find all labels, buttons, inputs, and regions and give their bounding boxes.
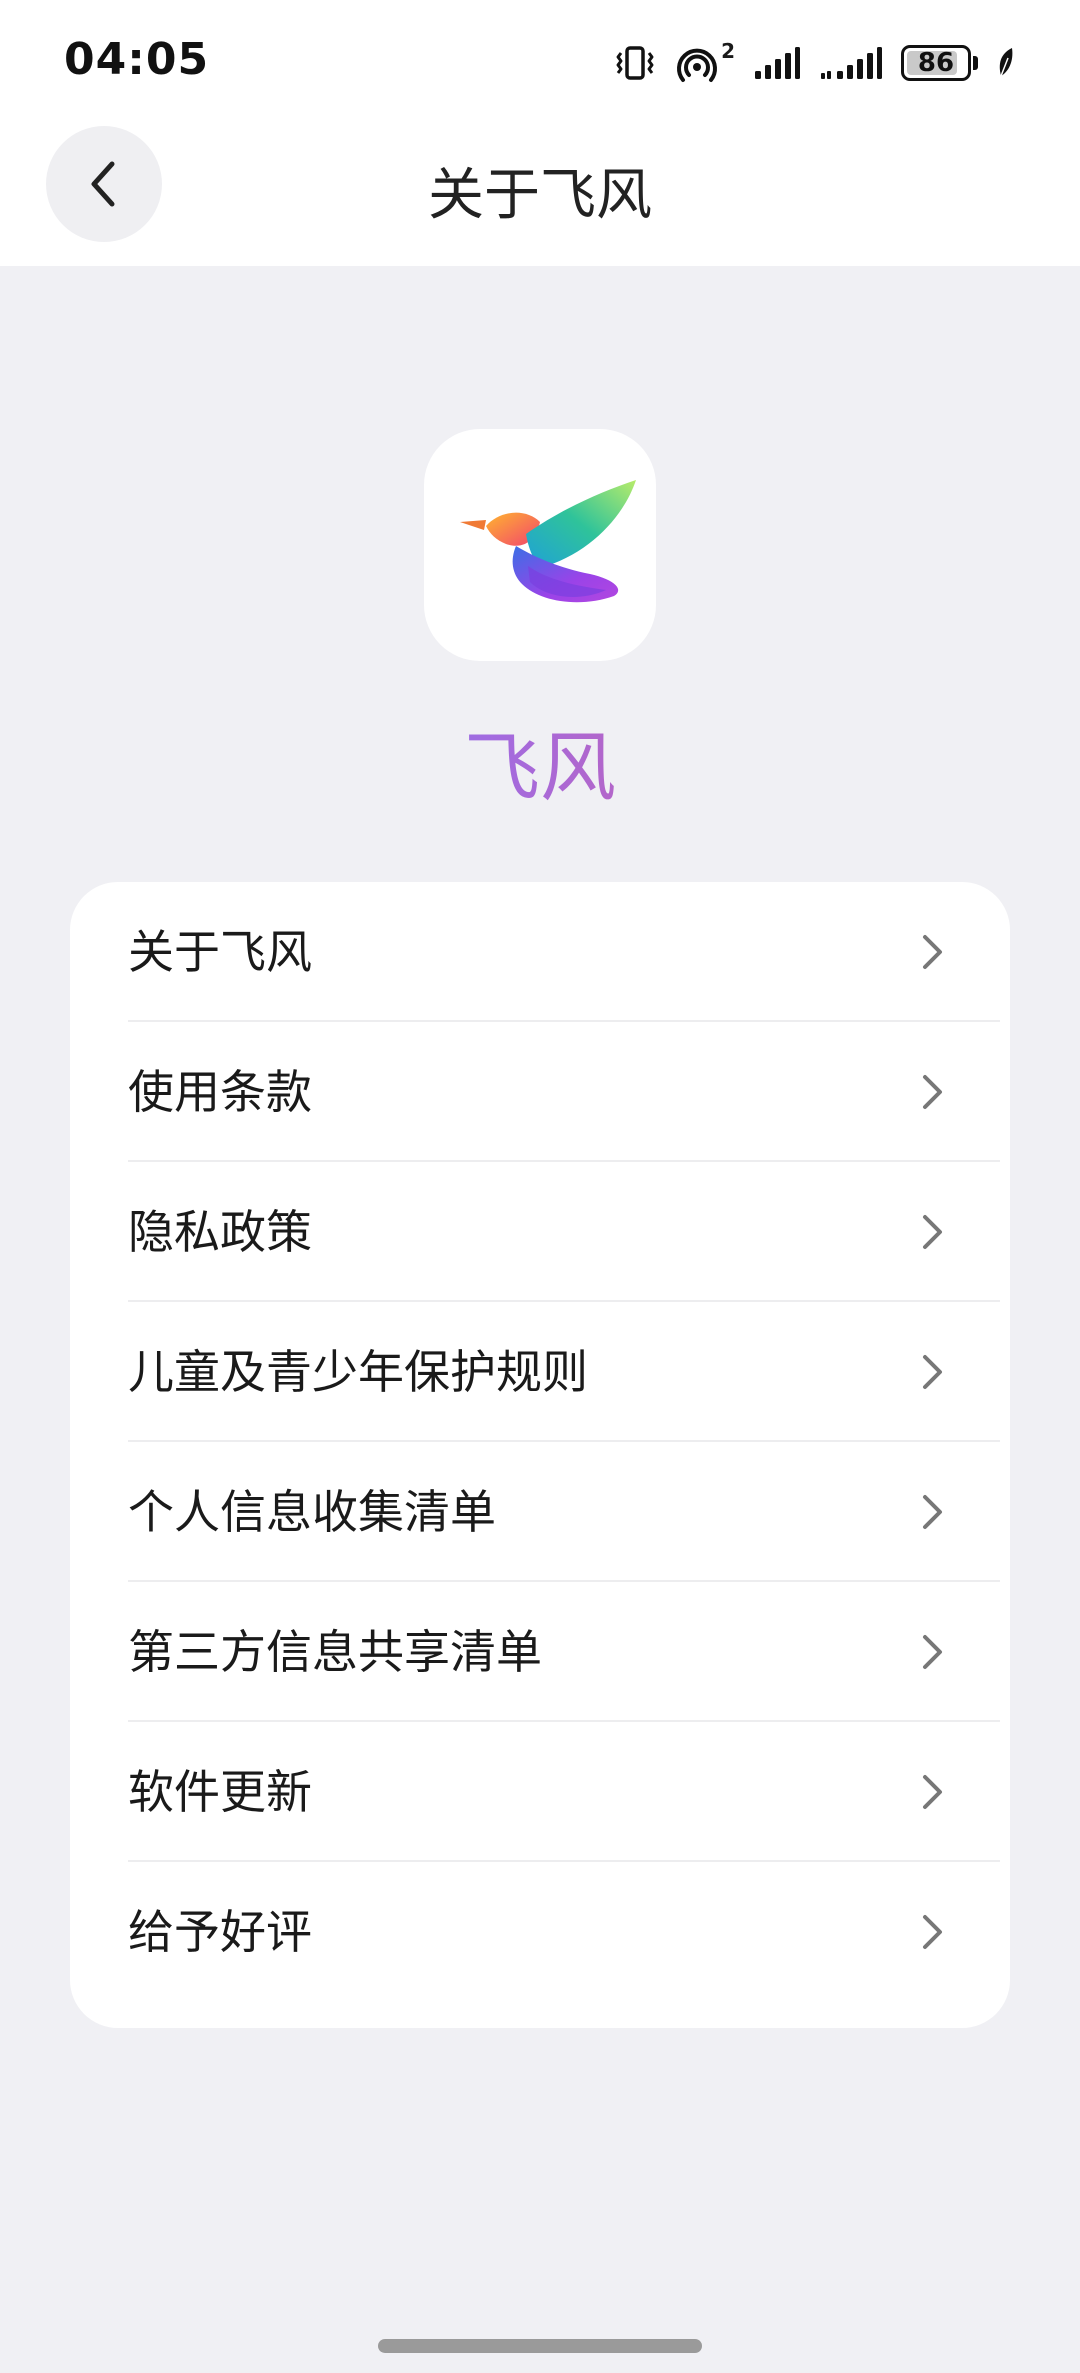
menu-item-terms[interactable]: 使用条款 bbox=[70, 1022, 1010, 1162]
menu-item-label: 给予好评 bbox=[128, 1905, 312, 1959]
menu-card: 关于飞风 使用条款 隐私政策 儿童及青少年保护规则 个人信息收集清单 第三方信息 bbox=[70, 882, 1010, 2028]
chevron-right-icon bbox=[923, 1075, 942, 1109]
battery-group: 86 bbox=[901, 45, 978, 81]
menu-item-label: 软件更新 bbox=[128, 1765, 312, 1819]
chevron-right-icon bbox=[923, 1775, 942, 1809]
status-time: 04:05 bbox=[64, 34, 210, 85]
chevron-right-icon bbox=[923, 1355, 942, 1389]
menu-item-child-protection[interactable]: 儿童及青少年保护规则 bbox=[70, 1302, 1010, 1442]
menu-item-label: 使用条款 bbox=[128, 1065, 312, 1119]
menu-item-label: 隐私政策 bbox=[128, 1205, 312, 1259]
chevron-right-icon bbox=[923, 1495, 942, 1529]
hotspot-indicator: 2 bbox=[675, 39, 735, 83]
chevron-right-icon bbox=[923, 1915, 942, 1949]
menu-item-about[interactable]: 关于飞风 bbox=[70, 882, 1010, 1022]
menu-item-third-party-sharing[interactable]: 第三方信息共享清单 bbox=[70, 1582, 1010, 1722]
battery-icon: 86 bbox=[901, 45, 971, 81]
signal-icon bbox=[755, 47, 800, 79]
bird-logo-icon bbox=[460, 480, 636, 603]
menu-item-privacy[interactable]: 隐私政策 bbox=[70, 1162, 1010, 1302]
menu-item-software-update[interactable]: 软件更新 bbox=[70, 1722, 1010, 1862]
menu-item-label: 儿童及青少年保护规则 bbox=[128, 1345, 588, 1399]
status-bar: 04:05 2 86 bbox=[0, 0, 1080, 120]
leaf-icon bbox=[999, 48, 1013, 77]
menu-item-label: 个人信息收集清单 bbox=[128, 1485, 496, 1539]
chevron-right-icon bbox=[923, 1215, 942, 1249]
home-indicator[interactable] bbox=[378, 2339, 702, 2353]
menu-item-label: 关于飞风 bbox=[128, 925, 312, 979]
signal-icon bbox=[821, 47, 882, 79]
menu-item-label: 第三方信息共享清单 bbox=[128, 1625, 542, 1679]
vibrate-icon bbox=[616, 46, 654, 80]
chevron-right-icon bbox=[923, 935, 942, 969]
battery-level: 86 bbox=[917, 48, 955, 78]
hotspot-badge: 2 bbox=[721, 39, 735, 63]
battery-tip bbox=[973, 56, 978, 70]
app-name: 飞风 bbox=[0, 706, 1080, 816]
page-title: 关于飞风 bbox=[428, 163, 652, 228]
nav-bar: 关于飞风 bbox=[0, 120, 1080, 266]
chevron-right-icon bbox=[923, 1635, 942, 1669]
menu-item-personal-info[interactable]: 个人信息收集清单 bbox=[70, 1442, 1010, 1582]
hotspot-icon bbox=[677, 48, 718, 82]
top-area: 04:05 2 86 关于飞风 bbox=[0, 0, 1080, 266]
app-logo bbox=[424, 429, 656, 661]
menu-item-rate-app[interactable]: 给予好评 bbox=[70, 1862, 1010, 2002]
status-icons: 2 86 bbox=[613, 38, 1016, 88]
